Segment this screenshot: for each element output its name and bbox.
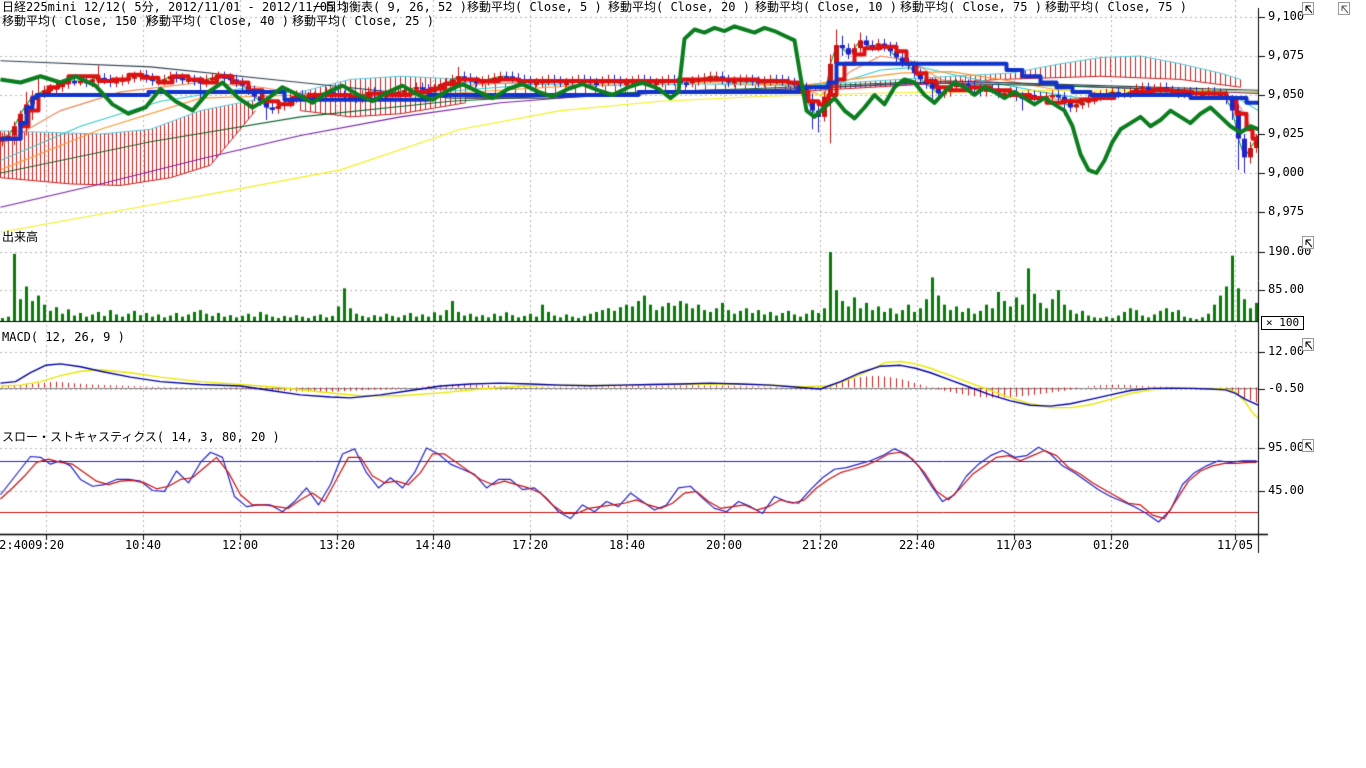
chart-canvas bbox=[0, 0, 1366, 768]
x-axis-label: 22:40 bbox=[899, 539, 935, 552]
panel-expand-icon[interactable] bbox=[1302, 338, 1314, 351]
y-axis-label: -0.50 bbox=[1268, 382, 1304, 395]
x-axis-label: 01:20 bbox=[1093, 539, 1129, 552]
y-axis-label: 8,975 bbox=[1268, 205, 1304, 218]
x-axis-label: 09:20 bbox=[28, 539, 64, 552]
x-axis-label: 20:00 bbox=[706, 539, 742, 552]
macd-panel-label: MACD( 12, 26, 9 ) bbox=[2, 331, 125, 344]
legend-item: 移動平均( Close, 25 ) bbox=[292, 15, 434, 28]
x-axis-label: 02:40 bbox=[0, 539, 28, 552]
x-axis-label: 11/05 bbox=[1217, 539, 1253, 552]
y-axis-label: 9,000 bbox=[1268, 166, 1304, 179]
legend-item: 移動平均( Close, 40 ) bbox=[147, 15, 289, 28]
x-axis-label: 17:20 bbox=[512, 539, 548, 552]
legend-item: 移動平均( Close, 75 ) bbox=[1045, 1, 1187, 14]
y-axis-label: 85.00 bbox=[1268, 283, 1304, 296]
y-axis-label: 95.00 bbox=[1268, 441, 1304, 454]
x-axis-label: 11/03 bbox=[996, 539, 1032, 552]
legend-item: 移動平均( Close, 5 ) bbox=[467, 1, 602, 14]
panel-expand-icon[interactable] bbox=[1302, 2, 1314, 15]
y-axis-label: 9,050 bbox=[1268, 88, 1304, 101]
legend-item: 移動平均( Close, 75 ) bbox=[900, 1, 1042, 14]
chart-app: { "header": { "row1": [ "日経225mini 12/12… bbox=[0, 0, 1366, 768]
volume-multiplier-badge: × 100 bbox=[1261, 316, 1304, 330]
x-axis-label: 12:00 bbox=[222, 539, 258, 552]
x-axis-label: 21:20 bbox=[802, 539, 838, 552]
volume-panel-label: 出来高 bbox=[2, 231, 38, 244]
y-axis-label: 45.00 bbox=[1268, 484, 1304, 497]
legend-item: 移動平均( Close, 150 ) bbox=[2, 15, 151, 28]
x-axis-label: 14:40 bbox=[415, 539, 451, 552]
legend-item: 一目均衡表( 9, 26, 52 ) bbox=[313, 1, 467, 14]
legend-item: 移動平均( Close, 20 ) bbox=[608, 1, 750, 14]
panel-expand-icon[interactable] bbox=[1302, 439, 1314, 452]
window-corner-icon[interactable] bbox=[1338, 2, 1350, 15]
chart-window: 出来高 MACD( 12, 26, 9 ) スロー・ストキャスティクス( 14,… bbox=[0, 0, 1366, 768]
x-axis-label: 13:20 bbox=[319, 539, 355, 552]
legend-item: 移動平均( Close, 10 ) bbox=[755, 1, 897, 14]
y-axis-label: 12.00 bbox=[1268, 345, 1304, 358]
stoch-panel-label: スロー・ストキャスティクス( 14, 3, 80, 20 ) bbox=[2, 431, 280, 444]
y-axis-label: 9,075 bbox=[1268, 49, 1304, 62]
legend-item: 日経225mini 12/12( 5分, 2012/11/01 - 2012/1… bbox=[2, 1, 349, 14]
x-axis-label: 10:40 bbox=[125, 539, 161, 552]
y-axis-label: 9,025 bbox=[1268, 127, 1304, 140]
x-axis-label: 18:40 bbox=[609, 539, 645, 552]
y-axis-label: 9,100 bbox=[1268, 10, 1304, 23]
panel-expand-icon[interactable] bbox=[1302, 236, 1314, 249]
